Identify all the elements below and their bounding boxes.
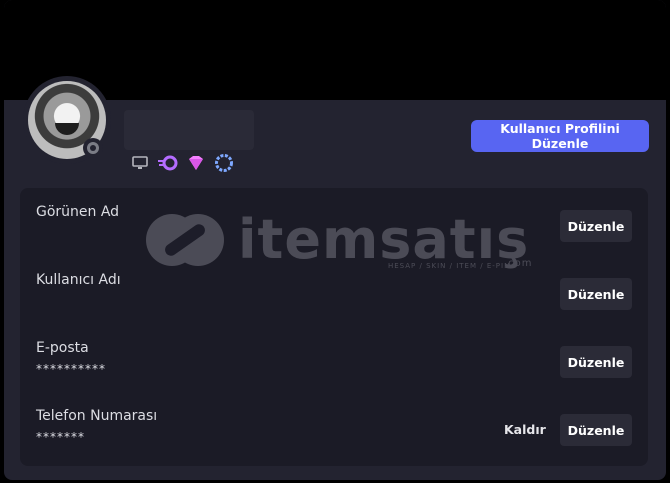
avatar-container[interactable] xyxy=(23,76,111,164)
edit-user-profile-button[interactable]: Kullanıcı Profilini Düzenle xyxy=(471,120,649,152)
remove-phone-button[interactable]: Kaldır xyxy=(504,414,546,446)
phone-row: Telefon Numarası ******* Kaldır Düzenle xyxy=(20,392,648,460)
edit-email-button[interactable]: Düzenle xyxy=(560,346,632,378)
edit-display-name-button[interactable]: Düzenle xyxy=(560,210,632,242)
display-name-placeholder xyxy=(124,110,254,150)
nitro-icon[interactable] xyxy=(158,153,178,173)
phone-value: ******* xyxy=(36,430,85,444)
email-label: E-posta xyxy=(36,340,89,356)
offline-status-icon xyxy=(87,142,99,154)
boost-gem-icon[interactable] xyxy=(186,153,206,173)
profile-card: Kullanıcı Profilini Düzenle Görünen Ad D… xyxy=(4,0,666,480)
account-info-panel: Görünen Ad Düzenle Kullanıcı Adı Düzenle… xyxy=(20,188,648,466)
display-name-label: Görünen Ad xyxy=(36,204,120,220)
email-row: E-posta ********** Düzenle xyxy=(20,324,648,392)
monitor-icon[interactable] xyxy=(130,153,150,173)
edit-username-button[interactable]: Düzenle xyxy=(560,278,632,310)
status-indicator xyxy=(83,138,103,158)
username-label: Kullanıcı Adı xyxy=(36,272,121,288)
display-name-row: Görünen Ad Düzenle xyxy=(20,188,648,256)
phone-label: Telefon Numarası xyxy=(36,408,158,424)
badge-list xyxy=(130,153,234,173)
edit-phone-button[interactable]: Düzenle xyxy=(560,414,632,446)
email-value: ********** xyxy=(36,362,106,376)
username-row: Kullanıcı Adı Düzenle xyxy=(20,256,648,324)
laurel-badge-icon[interactable] xyxy=(214,153,234,173)
profile-banner xyxy=(4,0,666,100)
